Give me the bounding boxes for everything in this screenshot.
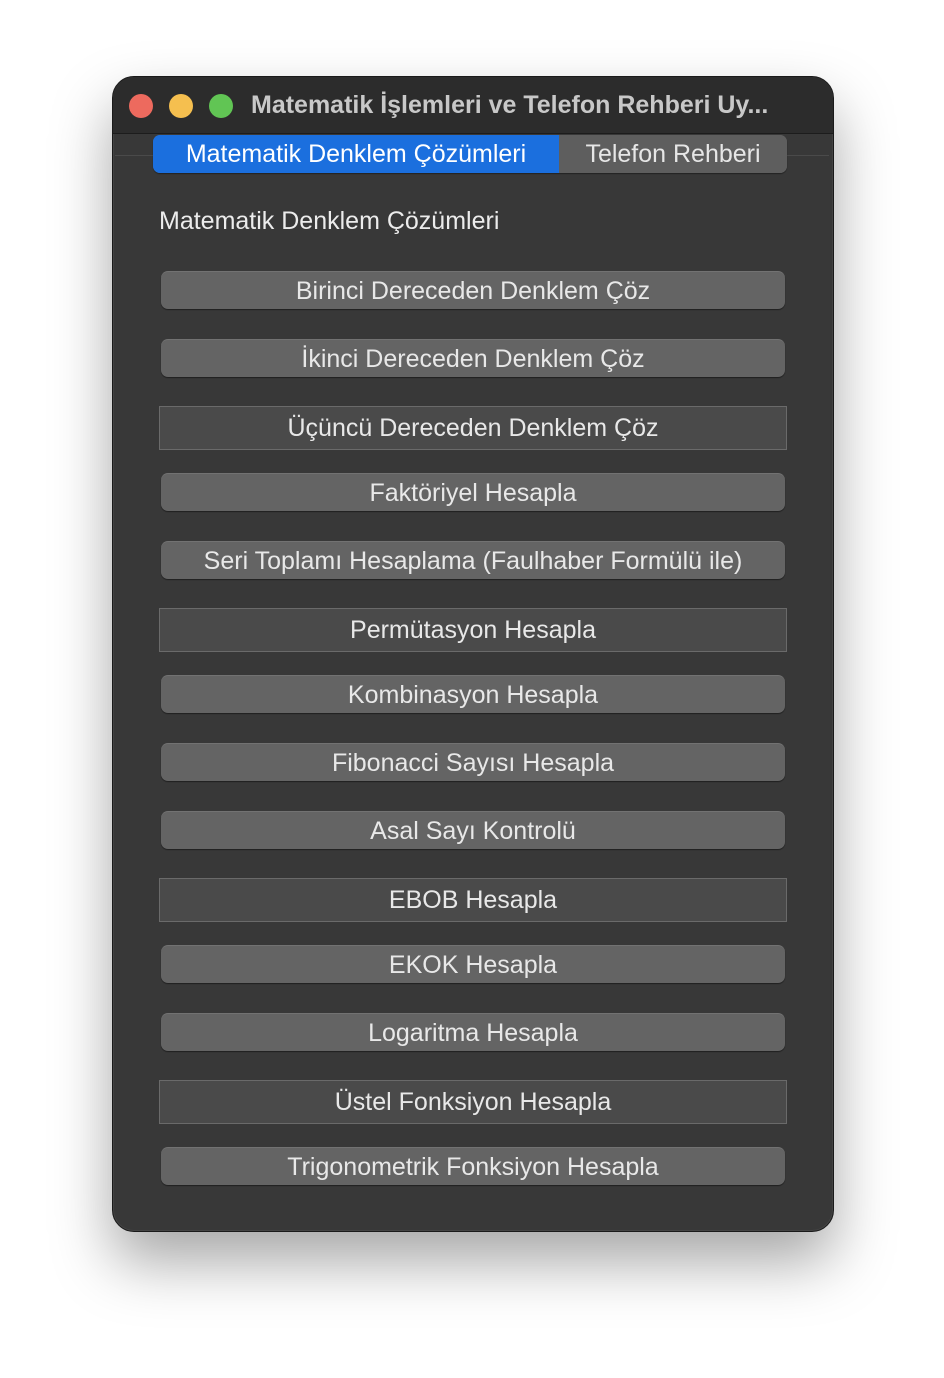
title-bar[interactable]: Matematik İşlemleri ve Telefon Rehberi U… xyxy=(113,77,833,134)
tab-bar: Matematik Denklem Çözümleri Telefon Rehb… xyxy=(153,135,787,173)
lcm-button[interactable]: EKOK Hesapla xyxy=(161,945,785,983)
zoom-window-button[interactable] xyxy=(209,94,233,118)
series-sum-button[interactable]: Seri Toplamı Hesaplama (Faulhaber Formül… xyxy=(161,541,785,579)
minimize-window-button[interactable] xyxy=(169,94,193,118)
section-title: Matematik Denklem Çözümleri xyxy=(159,207,500,235)
permutation-button[interactable]: Permütasyon Hesapla xyxy=(159,608,787,652)
app-window: Matematik İşlemleri ve Telefon Rehberi U… xyxy=(112,76,834,1232)
solve-first-degree-button[interactable]: Birinci Dereceden Denklem Çöz xyxy=(161,271,785,309)
prime-check-button[interactable]: Asal Sayı Kontrolü xyxy=(161,811,785,849)
tab-phone-book[interactable]: Telefon Rehberi xyxy=(559,135,787,173)
tab-math-equations[interactable]: Matematik Denklem Çözümleri xyxy=(153,135,559,173)
trigonometric-button[interactable]: Trigonometrik Fonksiyon Hesapla xyxy=(161,1147,785,1185)
exponential-button[interactable]: Üstel Fonksiyon Hesapla xyxy=(159,1080,787,1124)
solve-third-degree-button[interactable]: Üçüncü Dereceden Denklem Çöz xyxy=(159,406,787,450)
fibonacci-button[interactable]: Fibonacci Sayısı Hesapla xyxy=(161,743,785,781)
factorial-button[interactable]: Faktöriyel Hesapla xyxy=(161,473,785,511)
logarithm-button[interactable]: Logaritma Hesapla xyxy=(161,1013,785,1051)
window-title: Matematik İşlemleri ve Telefon Rehberi U… xyxy=(251,91,769,119)
gcd-button[interactable]: EBOB Hesapla xyxy=(159,878,787,922)
close-window-button[interactable] xyxy=(129,94,153,118)
solve-second-degree-button[interactable]: İkinci Dereceden Denklem Çöz xyxy=(161,339,785,377)
combination-button[interactable]: Kombinasyon Hesapla xyxy=(161,675,785,713)
